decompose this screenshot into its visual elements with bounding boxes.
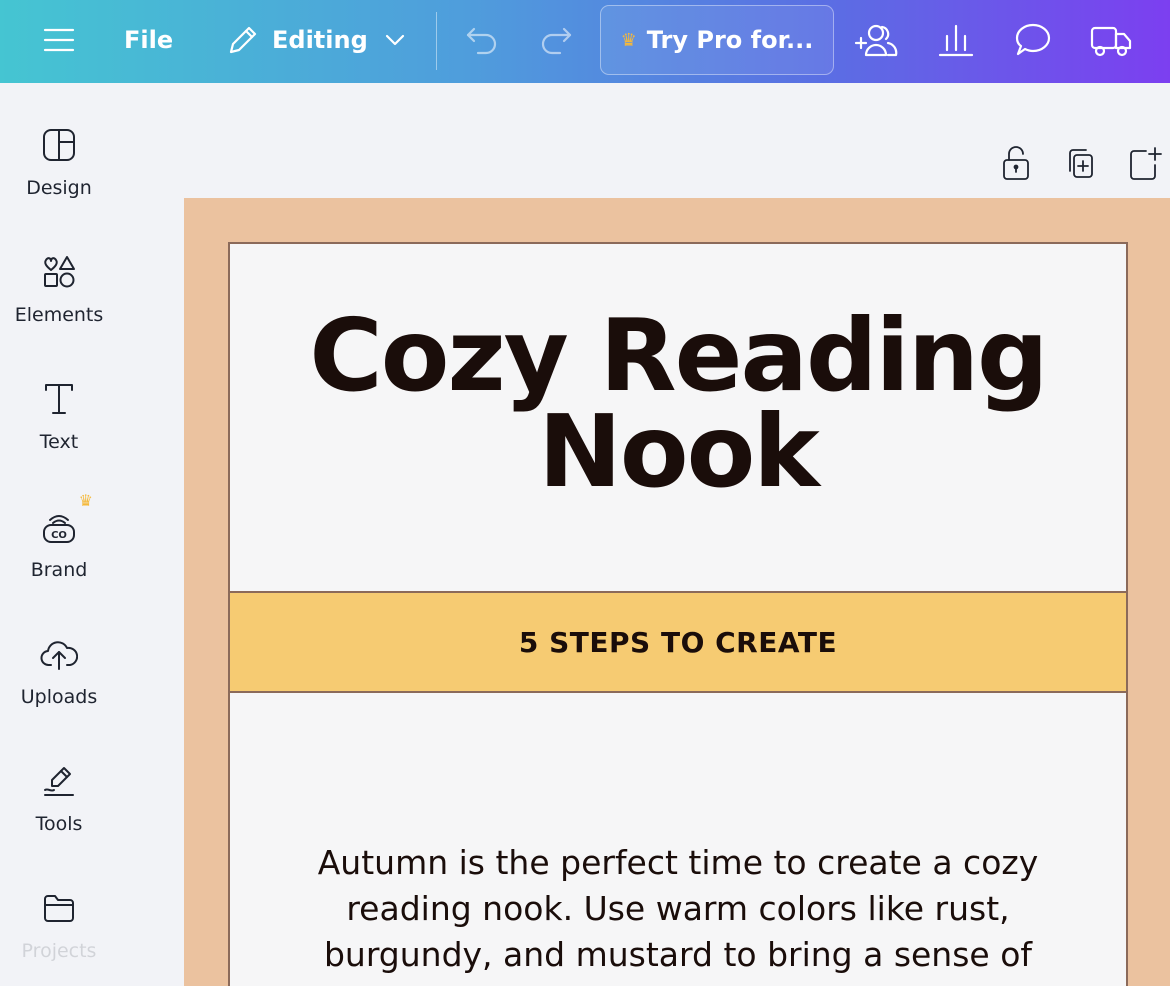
sidebar-item-uploads[interactable]: Uploads xyxy=(0,634,118,734)
main-menu-button[interactable] xyxy=(38,20,80,60)
undo-button[interactable] xyxy=(460,20,504,60)
banner-text: 5 STEPS TO CREATE xyxy=(518,625,838,659)
duplicate-icon xyxy=(1069,149,1093,178)
title-line-2: Nook xyxy=(538,393,820,510)
sidebar-item-label: Brand xyxy=(30,559,88,581)
folder-icon xyxy=(44,895,74,922)
duplicate-page-button[interactable] xyxy=(1064,145,1096,185)
sidebar-item-text[interactable]: Text xyxy=(0,379,118,479)
redo-icon xyxy=(541,27,572,55)
delivery-truck-icon xyxy=(1090,26,1132,57)
try-pro-button[interactable]: ♛ Try Pro for... xyxy=(600,5,834,75)
pen-tool-icon xyxy=(44,767,74,796)
cloud-upload-icon xyxy=(40,641,78,670)
sidebar-item-elements[interactable]: Elements xyxy=(0,252,118,352)
editing-mode-dropdown[interactable]: Editing xyxy=(226,18,406,62)
design-title[interactable]: Cozy Reading Nook xyxy=(230,297,1126,510)
try-pro-label: Try Pro for... xyxy=(646,26,814,54)
undo-icon xyxy=(466,27,497,55)
chevron-down-icon xyxy=(385,34,404,46)
sidebar-item-label: Uploads xyxy=(20,686,98,708)
editing-mode-label: Editing xyxy=(272,26,368,54)
unlock-icon xyxy=(1003,146,1029,180)
sidebar-item-projects[interactable]: Projects xyxy=(0,888,118,986)
crown-icon: ♛ xyxy=(620,29,637,51)
toolbar-divider xyxy=(436,12,437,70)
file-menu-button[interactable]: File xyxy=(124,20,173,60)
body-paragraph[interactable]: Autumn is the perfect time to create a c… xyxy=(290,840,1066,978)
sidebar-item-brand[interactable]: CO ♛ Brand xyxy=(0,491,118,607)
sidebar-item-label: Projects xyxy=(21,940,97,962)
body-line: Autumn is the perfect time to create a c… xyxy=(317,843,1039,882)
pencil-icon xyxy=(229,26,257,54)
bar-chart-icon xyxy=(938,24,974,57)
share-collaborate-button[interactable] xyxy=(852,18,902,62)
title-line-1: Cozy Reading xyxy=(309,297,1048,414)
sidebar-item-label: Elements xyxy=(14,304,104,326)
pro-crown-icon: ♛ xyxy=(78,491,93,510)
insights-button[interactable] xyxy=(934,18,978,62)
text-icon xyxy=(45,384,73,414)
redo-button[interactable] xyxy=(534,20,578,60)
sidebar-item-label: Design xyxy=(26,177,92,199)
sidebar-item-label: Text xyxy=(39,431,79,453)
lock-page-button[interactable] xyxy=(1000,145,1032,185)
design-page[interactable]: Cozy Reading Nook 5 STEPS TO CREATE Autu… xyxy=(228,242,1128,986)
left-sidebar: Design Elements Text CO ♛ Brand Uploads … xyxy=(0,83,118,986)
svg-text:CO: CO xyxy=(51,530,67,541)
shapes-icon xyxy=(44,256,75,288)
add-page-button[interactable] xyxy=(1128,145,1162,185)
print-delivery-button[interactable] xyxy=(1086,18,1136,62)
design-layout-icon xyxy=(43,129,75,161)
hamburger-menu-icon xyxy=(43,28,75,52)
comment-bubble-icon xyxy=(1015,23,1051,56)
sidebar-item-label: Tools xyxy=(35,813,83,835)
sidebar-item-tools[interactable]: Tools xyxy=(0,761,118,861)
add-page-icon xyxy=(1130,147,1162,180)
top-toolbar: File Editing ♛ Try Pro for... xyxy=(0,0,1170,83)
body-line: reading nook. Use warm colors like rust, xyxy=(346,889,1010,928)
comments-button[interactable] xyxy=(1010,18,1056,62)
body-line: burgundy, and mustard to bring a sense o… xyxy=(323,935,1033,974)
add-people-icon xyxy=(854,24,898,57)
brand-kit-icon: CO xyxy=(43,515,75,543)
sidebar-item-design[interactable]: Design xyxy=(0,125,118,225)
steps-banner[interactable]: 5 STEPS TO CREATE xyxy=(230,591,1126,693)
